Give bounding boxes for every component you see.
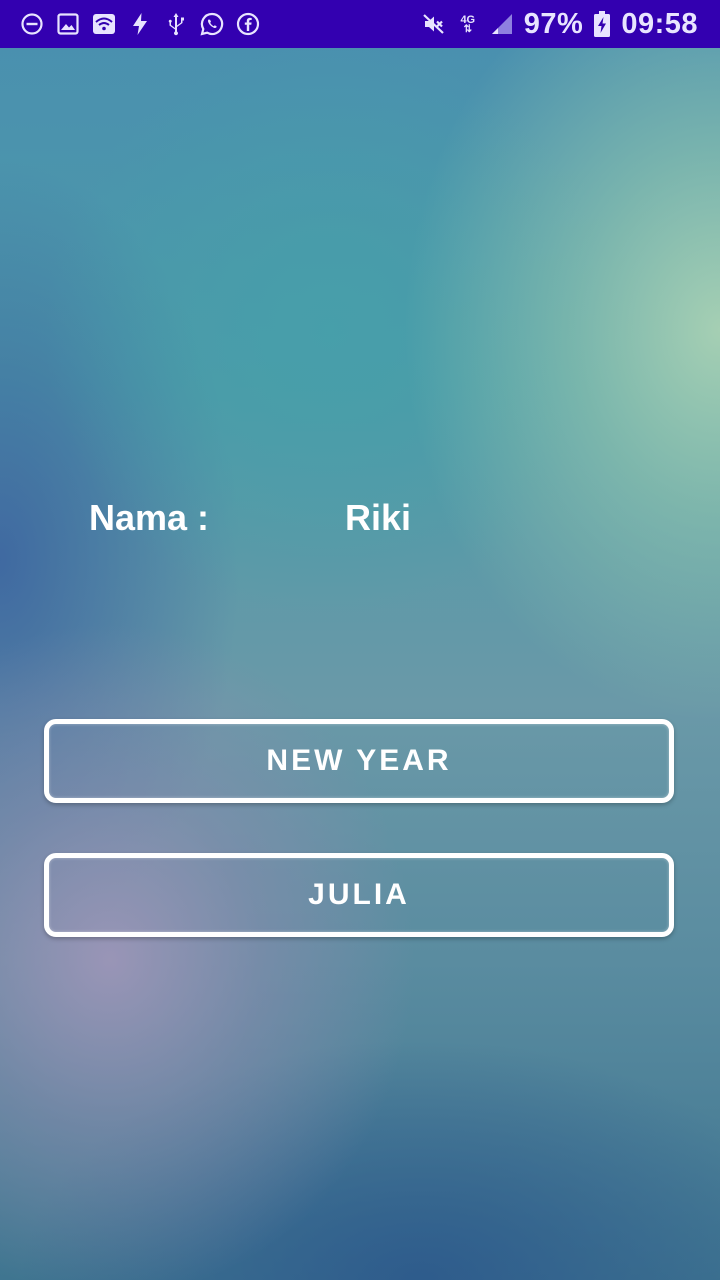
name-label: Nama : bbox=[89, 497, 210, 538]
do-not-disturb-icon bbox=[20, 12, 44, 36]
facebook-icon bbox=[236, 12, 260, 36]
system-indicators: 4G ⇅ 97% 09:58 bbox=[422, 8, 698, 41]
app-screen: 4G ⇅ 97% 09:58 Nama : Riki NEW YEAR JULI… bbox=[0, 0, 720, 1280]
gallery-icon bbox=[56, 12, 80, 36]
wifi-icon bbox=[92, 12, 116, 36]
notification-icons bbox=[20, 12, 260, 36]
status-bar: 4G ⇅ 97% 09:58 bbox=[0, 0, 720, 48]
clock: 09:58 bbox=[621, 7, 698, 40]
julia-button[interactable]: JULIA bbox=[44, 853, 674, 937]
flash-icon bbox=[128, 12, 152, 36]
mute-icon bbox=[422, 12, 446, 36]
battery-percent: 97% bbox=[523, 7, 584, 40]
battery-charging-icon bbox=[593, 11, 611, 37]
name-value: Riki bbox=[345, 497, 412, 538]
signal-icon bbox=[490, 12, 514, 36]
usb-icon bbox=[164, 12, 188, 36]
whatsapp-icon bbox=[200, 12, 224, 36]
name-row: Nama : Riki bbox=[89, 494, 649, 542]
network-4g-icon: 4G ⇅ bbox=[460, 13, 476, 35]
new-year-button[interactable]: NEW YEAR bbox=[44, 719, 674, 803]
